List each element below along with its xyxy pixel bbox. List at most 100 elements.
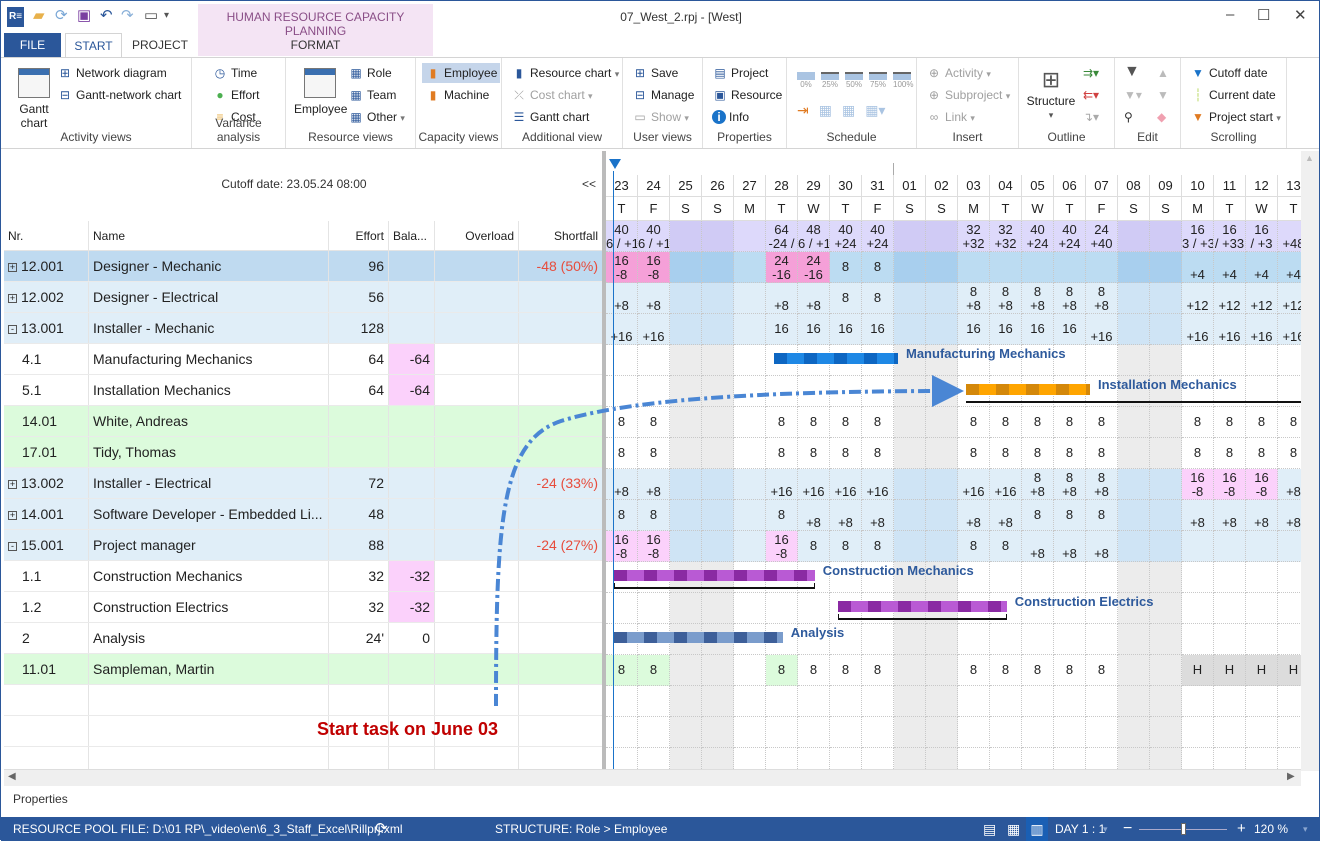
col-header-shortfall[interactable]: Shortfall — [519, 221, 603, 250]
col-header-nr[interactable]: Nr. — [4, 221, 89, 250]
move-to-cutoff-icon[interactable]: ⇥ — [797, 102, 809, 119]
horizontal-scrollbar[interactable]: ◀ ▶ — [4, 769, 1301, 786]
properties-panel-tab[interactable]: Properties — [13, 792, 68, 806]
table-row[interactable]: +13.002 Installer - Electrical 72 -24 (33%) — [4, 468, 604, 499]
table-row[interactable]: -15.001 Project manager 88 -24 (27%) — [4, 530, 604, 561]
outdent-icon[interactable]: ⇇▾ — [1083, 87, 1099, 103]
move-up-icon[interactable]: ▲ — [1157, 65, 1169, 81]
insert-link-dropdown[interactable]: ∞ Link ▾ — [926, 109, 975, 126]
structure-dropdown[interactable]: ⊞ Structure ▾ — [1025, 66, 1077, 122]
join-icon[interactable]: ▦ — [842, 102, 855, 119]
col-header-balance[interactable]: Bala... — [389, 221, 435, 250]
refresh-icon[interactable]: ⟳ — [55, 7, 68, 25]
save-view-button[interactable]: ⊞ Save — [632, 65, 678, 81]
tab-project[interactable]: PROJECT — [127, 33, 193, 57]
employee-view-button[interactable]: Employee — [294, 68, 347, 116]
network-diagram-button[interactable]: ⊞ Network diagram — [57, 65, 167, 81]
maximize-button[interactable]: ☐ — [1257, 6, 1270, 24]
cutoff-date-button[interactable]: ▼ Cutoff date — [1190, 65, 1267, 81]
gantt-view-icon[interactable]: ▤ — [983, 817, 996, 841]
close-button[interactable]: ✕ — [1294, 6, 1307, 24]
collapse-panel-button[interactable]: << — [582, 177, 596, 191]
window-layout-icon[interactable]: ▭ — [144, 7, 158, 25]
scroll-left-icon[interactable]: ◀ — [8, 771, 16, 782]
table-row[interactable]: 1.1 Construction Mechanics 32 -32 — [4, 561, 604, 592]
split-icon[interactable]: ▦ — [819, 102, 832, 119]
vertical-scrollbar[interactable]: ▲ — [1301, 151, 1319, 771]
tab-start[interactable]: START — [65, 33, 122, 57]
zoom-out-button[interactable]: − — [1123, 817, 1132, 841]
table-row[interactable]: 5.1 Installation Mechanics 64 -64 — [4, 375, 604, 406]
gantt-chart-button[interactable]: Gantt chart — [13, 68, 55, 130]
table-row[interactable]: +12.001 Designer - Mechanic 96 -48 (50%) — [4, 251, 604, 282]
table-row[interactable]: 1.2 Construction Electrics 32 -32 — [4, 592, 604, 623]
table-row[interactable]: 11.01 Sampleman, Martin — [4, 654, 604, 685]
effort-button[interactable]: ● Effort — [212, 87, 259, 103]
time-button[interactable]: ◷ Time — [212, 65, 257, 81]
tab-format[interactable]: FORMAT — [198, 33, 433, 57]
cost-chart-dropdown[interactable]: ⤫ Cost chart ▾ — [511, 87, 592, 104]
resource-view-icon[interactable]: ▦ — [1007, 817, 1020, 841]
expand-icon[interactable]: + — [8, 263, 17, 272]
expand-icon[interactable]: + — [8, 294, 17, 303]
additional-gantt-chart-button[interactable]: ☰ Gantt chart — [511, 109, 590, 125]
open-folder-icon[interactable]: ▰ — [33, 7, 45, 25]
insert-activity-dropdown[interactable]: ⊕ Activity ▾ — [926, 65, 991, 82]
role-button[interactable]: ▦ Role — [348, 65, 391, 81]
redo-icon[interactable]: ↷ — [121, 7, 134, 25]
sync-icon[interactable]: ⟳ — [375, 817, 388, 841]
table-row[interactable]: 2 Analysis 24' 0 — [4, 623, 604, 654]
zoom-in-button[interactable]: + — [1237, 817, 1246, 841]
gantt-bar[interactable] — [774, 353, 898, 364]
table-row[interactable]: 14.01 White, Andreas — [4, 406, 604, 437]
insert-subproject-dropdown[interactable]: ⊕ Subproject ▾ — [926, 87, 1010, 104]
eraser-icon[interactable]: ◆ — [1157, 109, 1166, 125]
save-icon[interactable]: ▣ — [77, 7, 91, 25]
table-row[interactable]: +14.001 Software Developer - Embedded Li.… — [4, 499, 604, 530]
table-row[interactable]: 17.01 Tidy, Thomas — [4, 437, 604, 468]
collapse-icon[interactable]: - — [8, 325, 17, 334]
gantt-bar[interactable] — [838, 601, 1007, 612]
filter-icon[interactable]: ▼ — [1124, 64, 1140, 80]
indent-icon[interactable]: ⇉▾ — [1083, 65, 1099, 81]
scroll-up-icon[interactable]: ▲ — [1305, 153, 1314, 163]
progress-0-button[interactable]: 0% — [797, 72, 815, 89]
col-header-effort[interactable]: Effort — [329, 221, 389, 250]
capacity-view-icon[interactable]: ▥ — [1026, 817, 1048, 841]
progress-50-button[interactable]: 50% — [845, 72, 863, 89]
gantt-bar[interactable] — [966, 384, 1090, 395]
col-header-name[interactable]: Name — [89, 221, 329, 250]
minimize-button[interactable]: – — [1226, 6, 1234, 23]
progress-75-button[interactable]: 75% — [869, 72, 887, 89]
move-icon[interactable]: ↴▾ — [1083, 109, 1099, 125]
other-dropdown[interactable]: ▦ Other ▾ — [348, 109, 405, 126]
gantt-bar[interactable] — [614, 570, 815, 581]
move-down-icon[interactable]: ▼ — [1157, 87, 1169, 103]
team-button[interactable]: ▦ Team — [348, 87, 396, 103]
project-properties-button[interactable]: ▤ Project — [712, 65, 768, 81]
undo-icon[interactable]: ↶ — [100, 7, 113, 25]
remove-filter-icon[interactable]: ▼▾ — [1124, 87, 1142, 103]
collapse-icon[interactable]: - — [8, 542, 17, 551]
tab-file[interactable]: FILE — [4, 33, 61, 57]
zoom-slider-thumb[interactable] — [1181, 823, 1186, 835]
progress-25-button[interactable]: 25% — [821, 72, 839, 89]
table-row[interactable]: 4.1 Manufacturing Mechanics 64 -64 — [4, 344, 604, 375]
progress-100-button[interactable]: 100% — [893, 72, 913, 89]
info-button[interactable]: i Info — [712, 109, 749, 125]
reschedule-icon[interactable]: ▦▾ — [865, 102, 885, 119]
table-row[interactable]: -13.001 Installer - Mechanic 128 — [4, 313, 604, 344]
project-start-dropdown[interactable]: ▼ Project start ▾ — [1190, 109, 1281, 126]
resource-chart-dropdown[interactable]: ▮ Resource chart ▾ — [511, 65, 620, 82]
resource-properties-button[interactable]: ▣ Resource — [712, 87, 782, 103]
customize-dropdown-icon[interactable]: ▾ — [164, 7, 169, 25]
time-scale[interactable]: DAY 1 : 1 — [1055, 817, 1105, 841]
expand-icon[interactable]: + — [8, 480, 17, 489]
table-row[interactable]: +12.002 Designer - Electrical 56 — [4, 282, 604, 313]
manage-views-button[interactable]: ⊟ Manage — [632, 87, 694, 103]
show-views-dropdown[interactable]: ▭ Show ▾ — [632, 109, 689, 126]
capacity-machine-button[interactable]: ▮ Machine — [425, 87, 490, 103]
current-date-button[interactable]: ┆ Current date — [1190, 87, 1275, 103]
capacity-employee-button[interactable]: ▮ Employee — [422, 63, 501, 83]
find-icon[interactable]: ⚲ — [1124, 109, 1133, 125]
